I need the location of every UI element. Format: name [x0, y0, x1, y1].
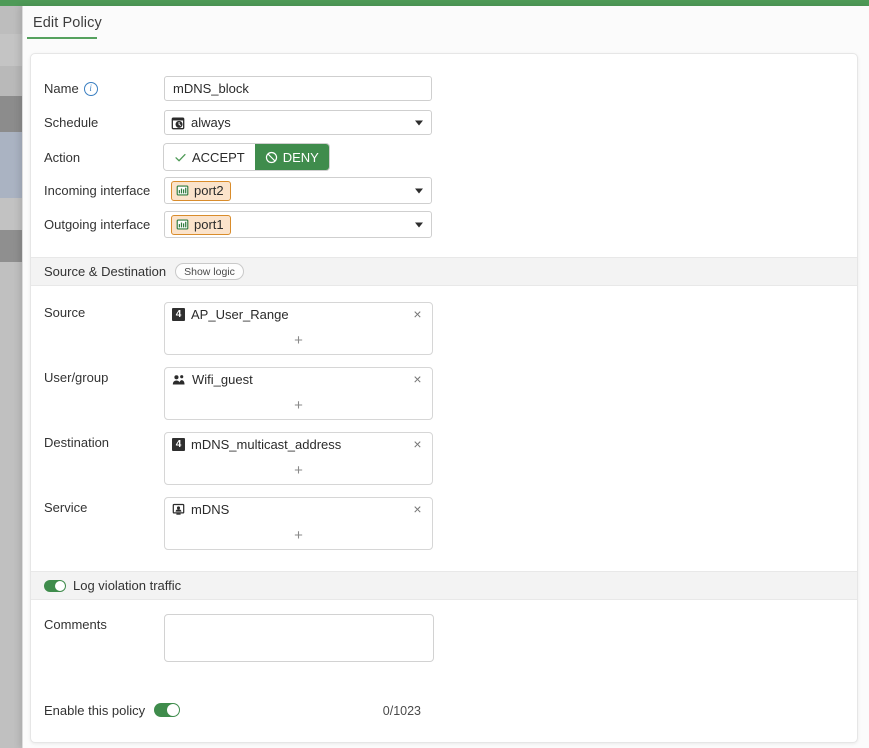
- destination-object-box[interactable]: 4 mDNS_multicast_address × +: [164, 432, 433, 485]
- field-row-enable-policy: Enable this policy: [31, 699, 857, 721]
- user-group-object-box[interactable]: Wifi_guest × +: [164, 367, 433, 420]
- incoming-interface-chip[interactable]: port2: [171, 180, 231, 201]
- label-comments: Comments: [31, 614, 164, 634]
- comments-textarea[interactable]: [164, 614, 434, 662]
- field-row-schedule: Schedule always: [31, 110, 857, 135]
- outgoing-interface-dropdown[interactable]: port1: [164, 211, 432, 238]
- outgoing-interface-chip[interactable]: port1: [171, 214, 231, 235]
- source-item[interactable]: 4 AP_User_Range: [172, 307, 425, 322]
- schedule-dropdown[interactable]: always: [164, 110, 432, 135]
- log-violation-traffic-row: Log violation traffic: [31, 571, 857, 600]
- user-group-icon: [172, 373, 186, 386]
- tab-edit-policy[interactable]: Edit Policy: [25, 13, 110, 39]
- action-segmented-control: ACCEPT DENY: [164, 144, 329, 170]
- field-row-outgoing-interface: Outgoing interface port1: [31, 211, 857, 238]
- label-name: Name i: [31, 81, 164, 96]
- user-group-label-text: User/group: [44, 369, 109, 385]
- service-item-remove-icon[interactable]: ×: [411, 502, 424, 516]
- service-monitor-icon: [172, 503, 185, 516]
- label-schedule: Schedule: [31, 115, 164, 130]
- incoming-interface-dropdown[interactable]: port2: [164, 177, 432, 204]
- action-accept-label: ACCEPT: [192, 149, 245, 165]
- destination-item-remove-icon[interactable]: ×: [411, 437, 424, 451]
- schedule-clock-icon: [171, 116, 185, 130]
- destination-item[interactable]: 4 mDNS_multicast_address: [172, 437, 425, 452]
- field-row-name: Name i: [31, 76, 857, 101]
- name-input[interactable]: [164, 76, 432, 101]
- label-outgoing-interface: Outgoing interface: [31, 217, 164, 232]
- incoming-interface-label-text: Incoming interface: [44, 183, 151, 198]
- enable-policy-group: Enable this policy: [31, 702, 181, 718]
- field-row-incoming-interface: Incoming interface port2: [31, 177, 857, 204]
- schedule-label-text: Schedule: [44, 115, 99, 130]
- enable-policy-toggle[interactable]: [154, 703, 181, 717]
- enable-policy-label: Enable this policy: [44, 702, 146, 718]
- field-row-user-group: User/group Wifi_guest × +: [31, 367, 857, 420]
- toggle-knob: [167, 704, 180, 716]
- action-label-text: Action: [44, 149, 81, 165]
- service-label-text: Service: [44, 499, 88, 515]
- incoming-interface-value: port2: [194, 182, 224, 198]
- tab-bar: Edit Policy: [23, 6, 869, 47]
- edit-policy-panel: Edit Policy Name i Schedule: [22, 6, 869, 748]
- label-incoming-interface: Incoming interface: [31, 183, 164, 198]
- info-icon[interactable]: i: [83, 81, 98, 96]
- deny-circle-slash-icon: [265, 151, 278, 164]
- action-deny-button[interactable]: DENY: [254, 144, 329, 170]
- action-deny-label: DENY: [282, 149, 319, 165]
- source-object-box[interactable]: 4 AP_User_Range × +: [164, 302, 433, 355]
- show-logic-button[interactable]: Show logic: [175, 263, 244, 280]
- service-add-button[interactable]: +: [165, 528, 432, 543]
- label-action: Action: [31, 150, 164, 165]
- label-user-group: User/group: [31, 367, 164, 387]
- ipv4-address-icon: 4: [172, 308, 185, 321]
- chevron-down-icon[interactable]: [415, 120, 423, 125]
- field-row-service: Service mDNS × +: [31, 497, 857, 550]
- toggle-knob: [55, 580, 65, 591]
- field-row-comments: Comments: [31, 614, 857, 662]
- tab-active-underline: [27, 37, 97, 39]
- service-item[interactable]: mDNS: [172, 502, 425, 517]
- edit-policy-form-card: Name i Schedule always: [30, 53, 858, 743]
- label-destination: Destination: [31, 432, 164, 452]
- section-header-source-destination: Source & Destination Show logic: [31, 257, 857, 286]
- source-label-text: Source: [44, 304, 86, 320]
- label-service: Service: [31, 497, 164, 517]
- label-source: Source: [31, 302, 164, 322]
- user-group-item-remove-icon[interactable]: ×: [411, 372, 424, 386]
- destination-label-text: Destination: [44, 434, 110, 450]
- user-group-item-label: Wifi_guest: [192, 372, 253, 387]
- field-row-action: Action ACCEPT DENY: [31, 144, 857, 170]
- schedule-value: always: [191, 115, 231, 130]
- destination-item-label: mDNS_multicast_address: [191, 437, 342, 452]
- field-row-destination: Destination 4 mDNS_multicast_address × +: [31, 432, 857, 485]
- ipv4-address-icon: 4: [172, 438, 185, 451]
- user-group-item[interactable]: Wifi_guest: [172, 372, 425, 387]
- log-violation-traffic-label: Log violation traffic: [73, 578, 182, 593]
- log-violation-traffic-toggle[interactable]: [44, 579, 66, 592]
- user-group-add-button[interactable]: +: [165, 398, 432, 413]
- source-item-label: AP_User_Range: [191, 307, 289, 322]
- comments-label-text: Comments: [44, 616, 107, 632]
- outgoing-interface-value: port1: [194, 216, 224, 232]
- name-label-text: Name: [44, 81, 79, 96]
- ethernet-port-icon: [176, 218, 189, 231]
- action-accept-button[interactable]: ACCEPT: [164, 144, 255, 170]
- destination-add-button[interactable]: +: [165, 463, 432, 478]
- service-object-box[interactable]: mDNS × +: [164, 497, 433, 550]
- check-icon: [174, 151, 187, 164]
- ethernet-port-icon: [176, 184, 189, 197]
- source-item-remove-icon[interactable]: ×: [411, 307, 424, 321]
- section-title-source-destination: Source & Destination: [44, 264, 167, 279]
- chevron-down-icon[interactable]: [415, 222, 423, 227]
- outgoing-interface-label-text: Outgoing interface: [44, 217, 151, 232]
- service-item-label: mDNS: [191, 502, 230, 517]
- tab-edit-policy-label: Edit Policy: [33, 15, 102, 31]
- chevron-down-icon[interactable]: [415, 188, 423, 193]
- source-add-button[interactable]: +: [165, 333, 432, 348]
- field-row-source: Source 4 AP_User_Range × +: [31, 302, 857, 355]
